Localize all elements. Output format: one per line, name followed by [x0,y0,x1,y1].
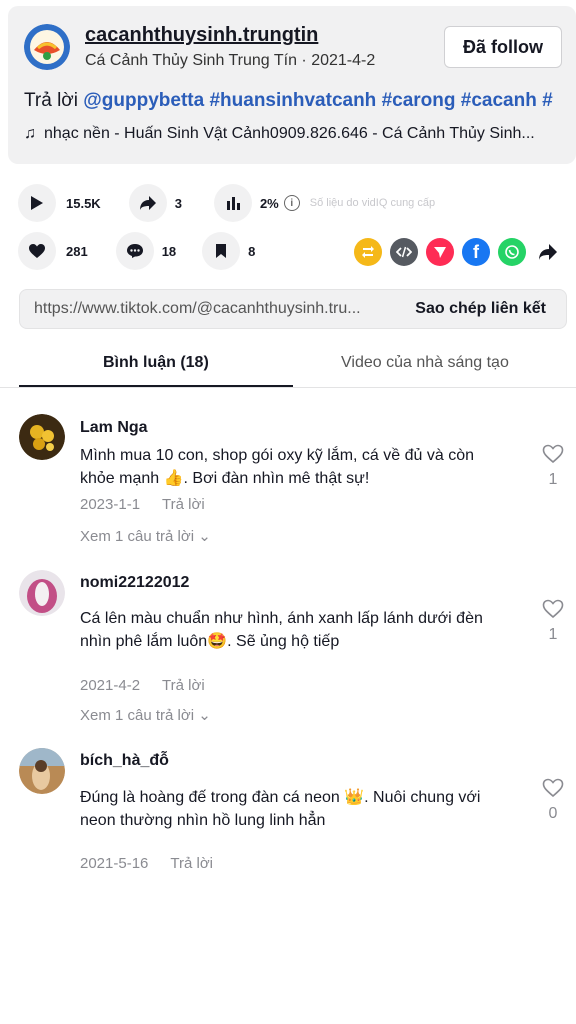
caption-tag[interactable]: # [542,90,553,111]
info-icon[interactable]: i [283,195,300,211]
share-count-icon [128,184,167,222]
comment-like[interactable]: 1 [540,444,566,489]
share-arrow-icon[interactable] [534,238,562,266]
repost-icon[interactable] [354,238,382,266]
comment-date: 2021-5-16 [80,855,149,872]
caption-tag[interactable]: #carong [382,90,456,111]
tabs-divider [0,387,576,388]
video-caption: Trả lời @guppybetta #huansinhvatcanh #ca… [24,90,553,112]
creator-name-date: Cá Cảnh Thủy Sinh Trung Tín · 2021-4-2 [85,52,376,69]
caption-tag[interactable]: #huansinhvatcanh [209,90,376,111]
content-tabs: Bình luận (18) Video của nhà sáng tạo [19,340,576,388]
share-icons-row: f [354,238,562,266]
copy-link-box: https://www.tiktok.com/@cacanhthuysinh.t… [19,289,567,329]
heart-outline-icon [542,778,564,798]
comment-like[interactable]: 0 [540,778,566,823]
comment-like-count: 1 [548,626,558,643]
caption-tag[interactable]: @guppybetta [83,90,204,111]
comment-date: 2023-1-1 [80,496,141,513]
comment-like-count: 0 [548,805,558,822]
creator-avatar[interactable] [24,24,70,70]
analytics-icon [213,184,252,222]
tab-comments[interactable]: Bình luận (18) [103,354,209,372]
reply-button[interactable]: Trả lời [170,855,213,872]
view-replies-button[interactable]: Xem 1 câu trả lời ⌄ [80,527,211,545]
reply-button[interactable]: Trả lời [162,677,205,694]
play-icon [18,184,56,222]
comment-like-count: 1 [548,471,558,488]
comment-meta: 2021-5-16 Trả lời [80,855,213,872]
comment-text: Cá lên màu chuẩn như hình, ánh xanh lấp … [80,610,483,650]
follow-button[interactable]: Đã follow [444,26,562,68]
avatar[interactable] [19,414,65,460]
save-count: 8 [248,243,256,259]
music-info[interactable]: ♫ nhạc nền - Huấn Sinh Vật Cảnh0909.826.6… [24,125,564,143]
comment-username[interactable]: nomi22122012 [80,574,189,592]
music-note-icon: ♫ [24,125,36,142]
comment-meta: 2021-4-2 Trả lời [80,677,205,694]
chevron-down-icon: ⌄ [198,528,211,545]
stats-row-engagement: 281 18 8 [18,232,255,270]
engagement-percent: 2% [259,195,279,211]
heart-outline-icon [542,444,564,464]
comment-date: 2021-4-2 [80,677,141,694]
bookmark-icon[interactable] [202,232,241,270]
stats-row-views: 15.5K 3 2% i Số liệu do vidIQ cung cấp [18,184,435,222]
video-url[interactable]: https://www.tiktok.com/@cacanhthuysinh.t… [20,300,401,318]
embed-icon[interactable] [390,238,418,266]
like-count: 281 [66,243,88,259]
comment-text: Đúng là hoàng đế trong đàn cá neon 👑. Nu… [80,789,481,829]
creator-username[interactable]: cacanhthuysinh.trungtin [85,24,318,47]
copy-link-button[interactable]: Sao chép liên kết [401,300,566,318]
comment-username[interactable]: bích_hà_đỗ [80,752,169,770]
send-icon[interactable] [426,238,454,266]
facebook-icon[interactable]: f [462,238,490,266]
avatar[interactable] [19,748,65,794]
comment-text: Mình mua 10 con, shop gói oxy kỹ lắm, cá… [80,447,474,487]
view-replies-button[interactable]: Xem 1 câu trả lời ⌄ [80,706,211,724]
music-title: nhạc nền - Huấn Sinh Vật Cảnh0909.826.64… [44,125,535,142]
play-count: 15.5K [66,195,101,211]
view-replies-label: Xem 1 câu trả lời [80,707,195,724]
caption-tag[interactable]: #cacanh [461,90,537,111]
reply-button[interactable]: Trả lời [162,496,205,513]
comment-meta: 2023-1-1 Trả lời [80,496,205,513]
comment-like[interactable]: 1 [540,599,566,644]
avatar[interactable] [19,570,65,616]
whatsapp-icon[interactable] [498,238,526,266]
caption-prefix: Trả lời [24,90,84,111]
comment-count: 18 [161,243,177,259]
data-provider-note: Số liệu do vidIQ cung cấp [309,197,436,209]
comment-bubble-icon[interactable] [115,232,154,270]
heart-outline-icon [542,599,564,619]
comment-username[interactable]: Lam Nga [80,419,148,437]
view-replies-label: Xem 1 câu trả lời [80,528,195,545]
heart-icon[interactable] [18,232,56,270]
chevron-down-icon: ⌄ [198,707,211,724]
share-count: 3 [174,195,182,211]
tab-creator-videos[interactable]: Video của nhà sáng tạo [341,354,509,372]
